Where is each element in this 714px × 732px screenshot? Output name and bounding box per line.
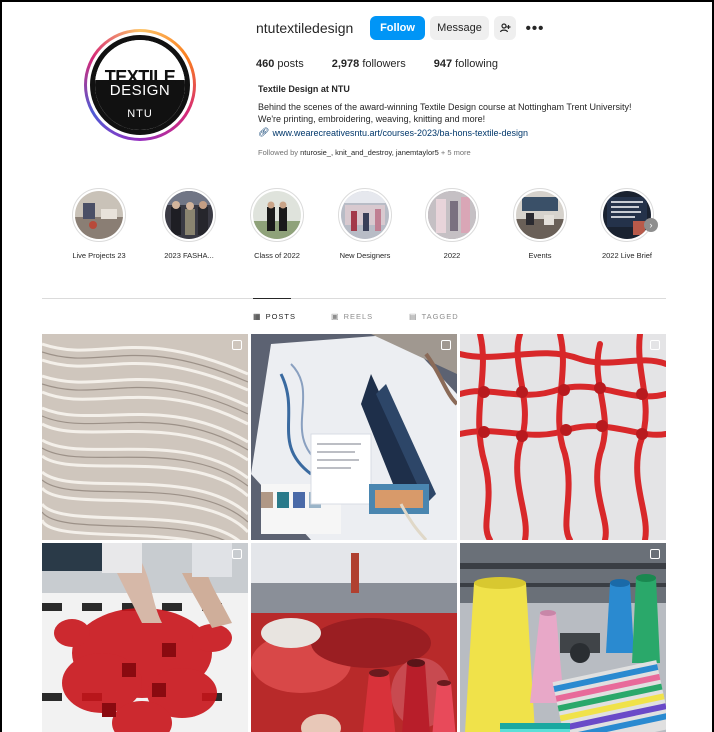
post-tile[interactable] <box>460 543 666 732</box>
profile-full-name: Textile Design at NTU <box>258 84 350 94</box>
post-tile[interactable] <box>460 334 666 540</box>
followers-stat[interactable]: 2,978 followers <box>332 58 406 70</box>
profile-page: TEXTILE DESIGN NTU ntutextiledesign Foll… <box>2 2 712 732</box>
highlight-item[interactable]: Live Projects 23 <box>54 188 144 260</box>
active-tab-indicator <box>253 298 291 299</box>
more-options-icon[interactable]: ••• <box>524 16 546 40</box>
multiple-posts-icon <box>441 340 451 350</box>
post-tile[interactable] <box>42 334 248 540</box>
tabs-divider <box>42 298 666 299</box>
highlight-item[interactable]: 2023 FASHA... <box>144 188 234 260</box>
grid-icon: ▦ <box>253 312 262 321</box>
suggest-people-icon[interactable] <box>494 16 516 40</box>
profile-avatar[interactable]: TEXTILE DESIGN NTU <box>84 29 196 141</box>
follow-button[interactable]: Follow <box>370 16 425 40</box>
highlight-item[interactable]: Events <box>495 188 585 260</box>
profile-bio: Behind the scenes of the award-winning T… <box>258 102 632 124</box>
multiple-posts-icon <box>232 549 242 559</box>
profile-stats: 460 posts 2,978 followers 947 following <box>256 58 526 70</box>
story-highlights: Live Projects 23 2023 FASHA... Class of … <box>2 188 712 268</box>
multiple-posts-icon <box>232 340 242 350</box>
reels-icon: ▣ <box>331 312 340 321</box>
avatar-text-design: DESIGN <box>109 82 171 99</box>
avatar-text-ntu: NTU <box>127 108 153 120</box>
posts-stat: 460 posts <box>256 58 304 70</box>
following-stat[interactable]: 947 following <box>434 58 498 70</box>
multiple-posts-icon <box>650 340 660 350</box>
profile-username: ntutextiledesign <box>256 20 354 36</box>
post-tile[interactable] <box>251 543 457 732</box>
post-tile[interactable] <box>251 334 457 540</box>
post-tile[interactable] <box>42 543 248 732</box>
link-icon: 🔗︎ <box>258 127 270 137</box>
highlight-item[interactable]: New Designers <box>320 188 410 260</box>
highlight-item[interactable]: Class of 2022 <box>232 188 322 260</box>
multiple-posts-icon <box>650 549 660 559</box>
message-button[interactable]: Message <box>430 16 489 40</box>
chevron-right-icon[interactable]: › <box>644 218 658 232</box>
tab-tagged[interactable]: ▤ TAGGED <box>409 312 459 321</box>
tab-reels[interactable]: ▣ REELS <box>331 312 373 321</box>
tagged-icon: ▤ <box>409 312 418 321</box>
tab-posts[interactable]: ▦ POSTS <box>253 312 296 321</box>
highlight-item[interactable]: 2022 <box>407 188 497 260</box>
profile-website-link[interactable]: 🔗︎ www.wearecreativesntu.art/courses-202… <box>258 127 528 138</box>
highlight-item[interactable]: 2022 Live Brief <box>582 188 672 260</box>
followed-by[interactable]: Followed by nturosie_, knit_and_destroy,… <box>258 148 471 157</box>
